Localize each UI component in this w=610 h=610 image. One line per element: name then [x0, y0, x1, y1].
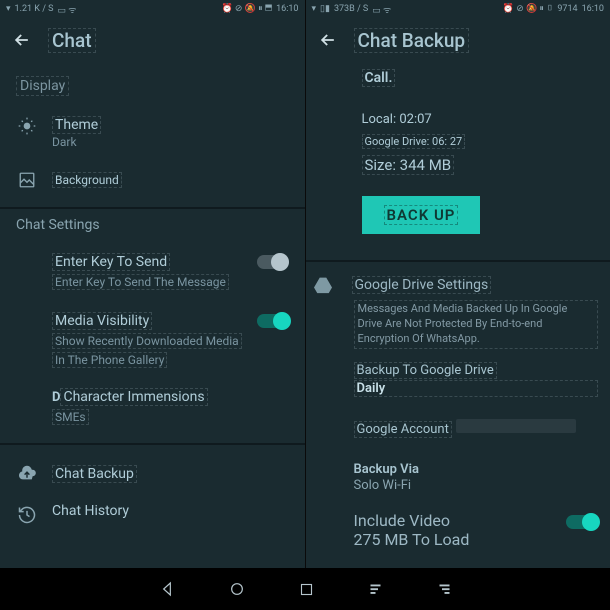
media-toggle[interactable]: [257, 314, 289, 328]
char-dim-item[interactable]: DCharacter Immensions SMEs: [16, 378, 289, 435]
wallpaper-icon: [16, 169, 38, 189]
gdrive-settings-label: Google Drive Settings: [352, 276, 492, 294]
backup-button[interactable]: BACK UP: [362, 196, 481, 234]
enter-key-title: Enter Key To Send: [52, 253, 170, 271]
chat-backup-item[interactable]: Chat Backup: [16, 453, 289, 493]
theme-title: Theme: [52, 116, 101, 134]
theme-icon: [16, 114, 38, 136]
backup-via-value: Solo Wi-Fi: [354, 478, 599, 493]
backup-via-title: Backup Via: [354, 462, 419, 477]
chardim-title: Character Immensions: [60, 388, 207, 406]
media-sub2: In The Phone Gallery: [52, 352, 167, 368]
google-drive-icon: [306, 276, 340, 294]
background-title: Background: [52, 172, 122, 188]
include-video-title: Include Video: [354, 511, 470, 530]
nav-menu1-icon[interactable]: [368, 582, 383, 597]
theme-value: Dark: [52, 135, 289, 149]
status-bar-right: ▾▯▮373B / S▭ ᯤ ⏰ ⊘ 🔕 ⏸ ▯971416:10: [306, 0, 610, 18]
chat-backup-label: Chat Backup: [52, 465, 137, 483]
chardim-sub: SMEs: [52, 409, 89, 425]
chat-history-item[interactable]: Chat History: [16, 493, 289, 535]
local-time: Local: 02:07: [362, 112, 599, 127]
google-account-item[interactable]: Google Account: [354, 407, 599, 448]
cloud-upload-icon: [16, 463, 38, 481]
section-chat-settings: Chat Settings: [16, 217, 289, 233]
backup-via-item[interactable]: Backup Via Solo Wi-Fi: [354, 448, 599, 503]
enter-key-sub: Enter Key To Send The Message: [52, 274, 229, 290]
page-title: Chat: [48, 28, 96, 53]
media-title: Media Visibility: [52, 312, 152, 330]
nav-recent-icon[interactable]: [299, 582, 314, 597]
nav-back-icon[interactable]: [159, 581, 175, 597]
backup-to-gdrive-item[interactable]: Backup To Google Drive Daily: [354, 349, 599, 407]
media-sub1: Show Recently Downloaded Media: [52, 333, 242, 349]
include-video-toggle[interactable]: [566, 515, 598, 529]
backup-to-title: Backup To Google Drive: [354, 362, 497, 379]
history-icon: [16, 503, 38, 525]
android-nav-bar: [0, 568, 610, 610]
chat-history-label: Chat History: [52, 503, 289, 519]
call-line: Call.: [362, 69, 396, 87]
page-title-right: Chat Backup: [354, 28, 470, 53]
gdrive-time: Google Drive: 06: 27: [362, 134, 466, 149]
theme-item[interactable]: Theme Dark: [16, 104, 289, 159]
media-visibility-item[interactable]: Media Visibility Show Recently Downloade…: [16, 300, 289, 378]
gdrive-desc: Messages And Media Backed Up In Google D…: [354, 300, 599, 349]
nav-home-icon[interactable]: [229, 581, 245, 597]
size-line: Size: 344 MB: [362, 155, 455, 175]
background-item[interactable]: Background: [16, 159, 289, 199]
back-icon[interactable]: [12, 30, 32, 50]
google-account-value: [456, 419, 576, 433]
include-video-item[interactable]: Include Video 275 MB To Load: [354, 503, 599, 557]
backup-to-value: Daily: [354, 380, 599, 397]
nav-menu2-icon[interactable]: [437, 582, 452, 597]
enter-key-toggle[interactable]: [257, 255, 289, 269]
section-display: Display: [16, 76, 69, 96]
status-bar: ▾1.21 K / S▭ ᯤ ⏰ ⊘ 🔕 ⏸ ⬒16:10: [0, 0, 305, 18]
include-video-sub: 275 MB To Load: [354, 530, 470, 549]
back-icon-right[interactable]: [318, 30, 338, 50]
google-account-title: Google Account: [354, 421, 452, 438]
enter-key-item[interactable]: Enter Key To Send Enter Key To Send The …: [16, 241, 289, 300]
